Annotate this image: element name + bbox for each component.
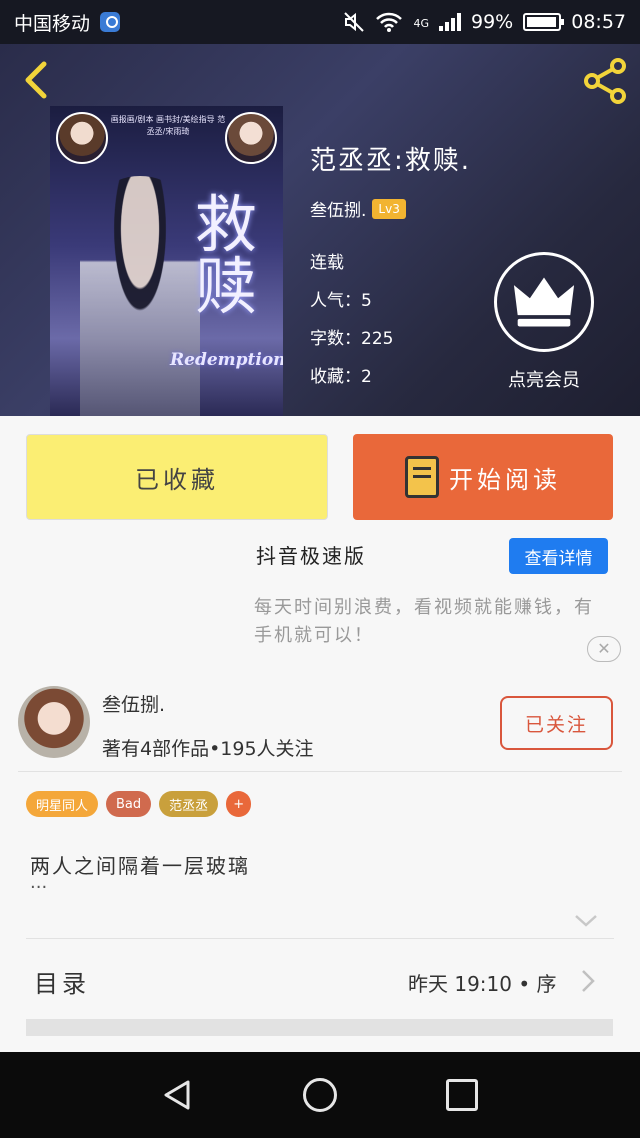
ad-title: 抖音极速版: [256, 544, 366, 568]
level-badge: Lv3: [372, 198, 406, 219]
crown-icon[interactable]: [494, 252, 594, 352]
close-icon[interactable]: ✕: [587, 636, 621, 662]
book-popularity: 人气：5: [310, 291, 372, 311]
cover-subtitle: Redemption: [170, 350, 283, 370]
add-tag-button[interactable]: +: [226, 791, 252, 817]
home-circle-icon[interactable]: [303, 1078, 337, 1112]
divider: [26, 1019, 613, 1036]
book-cover[interactable]: 画报画/剧本 画书封/美绘指导 范丞丞/宋雨琦 救赎 Redemption: [50, 106, 283, 416]
ad-details-button[interactable]: 查看详情: [509, 538, 608, 574]
book-info: 范丞丞:救赎. 叁伍捌. Lv3 连载 人气：5 字数：225 收藏：2: [310, 140, 472, 387]
back-triangle-icon[interactable]: [160, 1078, 194, 1112]
cover-title: 救赎: [195, 188, 258, 323]
toc-label[interactable]: 目录: [34, 964, 90, 999]
tag-item[interactable]: 范丞丞: [159, 791, 219, 817]
book-status: 连载: [310, 253, 344, 273]
tag-item[interactable]: Bad: [106, 791, 152, 817]
mute-icon: [344, 12, 365, 32]
carrier-group: 中国移动: [14, 9, 121, 36]
book-summary: 两人之间隔着一层玻璃: [30, 854, 250, 878]
summary-ellipsis: ...: [30, 872, 48, 893]
book-header: 画报画/剧本 画书封/美绘指导 范丞丞/宋雨琦 救赎 Redemption 范丞…: [0, 44, 640, 416]
share-icon[interactable]: [580, 56, 630, 106]
collected-button[interactable]: 已收藏: [26, 434, 328, 520]
book-detail-content: 已收藏 开始阅读 抖音极速版 查看详情 每天时间别浪费，看视频就能赚钱，有手机就…: [0, 416, 640, 1052]
wifi-icon: [376, 12, 403, 32]
battery-percent: 99%: [471, 11, 514, 33]
carrier-name: 中国移动: [14, 12, 91, 35]
status-right: 4G 99% 08:57: [343, 11, 626, 33]
book-icon: [405, 456, 439, 498]
start-reading-label: 开始阅读: [449, 465, 561, 494]
tag-item[interactable]: 明星同人: [26, 791, 99, 817]
follow-button[interactable]: 已关注: [500, 696, 613, 750]
location-icon: [100, 12, 121, 32]
recents-square-icon[interactable]: [446, 1079, 478, 1111]
system-nav-bar: [0, 1052, 640, 1138]
chevron-right-icon[interactable]: [580, 968, 596, 994]
network-type: 4G: [413, 17, 429, 30]
chevron-down-icon[interactable]: [574, 914, 598, 928]
divider: [26, 938, 614, 939]
book-author[interactable]: 叁伍捌.: [310, 196, 366, 221]
book-word-count: 字数：225: [310, 329, 394, 349]
chevron-left-icon[interactable]: [18, 58, 54, 102]
divider: [18, 771, 622, 772]
book-title: 范丞丞:救赎.: [310, 146, 472, 176]
book-favorites: 收藏：2: [310, 367, 372, 387]
cover-figure: [80, 176, 200, 416]
cover-avatar-left: [56, 112, 108, 164]
tag-list: 明星同人 Bad 范丞丞 +: [26, 791, 252, 817]
clock: 08:57: [571, 11, 626, 33]
ad-description: 每天时间别浪费，看视频就能赚钱，有手机就可以！: [254, 597, 594, 646]
cover-avatar-right: [225, 112, 277, 164]
battery-icon: [523, 13, 565, 31]
avatar[interactable]: [18, 686, 90, 758]
author-name[interactable]: 叁伍捌.: [102, 690, 165, 717]
author-line: 叁伍捌. Lv3: [310, 196, 406, 221]
start-reading-button[interactable]: 开始阅读: [353, 434, 613, 520]
vip-label[interactable]: 点亮会员: [484, 366, 604, 392]
signal-icon: [439, 13, 461, 31]
status-bar: 中国移动 4G 99% 08:57: [0, 0, 640, 44]
toc-latest-chapter[interactable]: 昨天 19:10 • 序: [408, 968, 557, 997]
author-stats: 著有4部作品•195人关注: [102, 738, 314, 760]
cover-credits: 画报画/剧本 画书封/美绘指导 范丞丞/宋雨琦: [110, 115, 226, 136]
